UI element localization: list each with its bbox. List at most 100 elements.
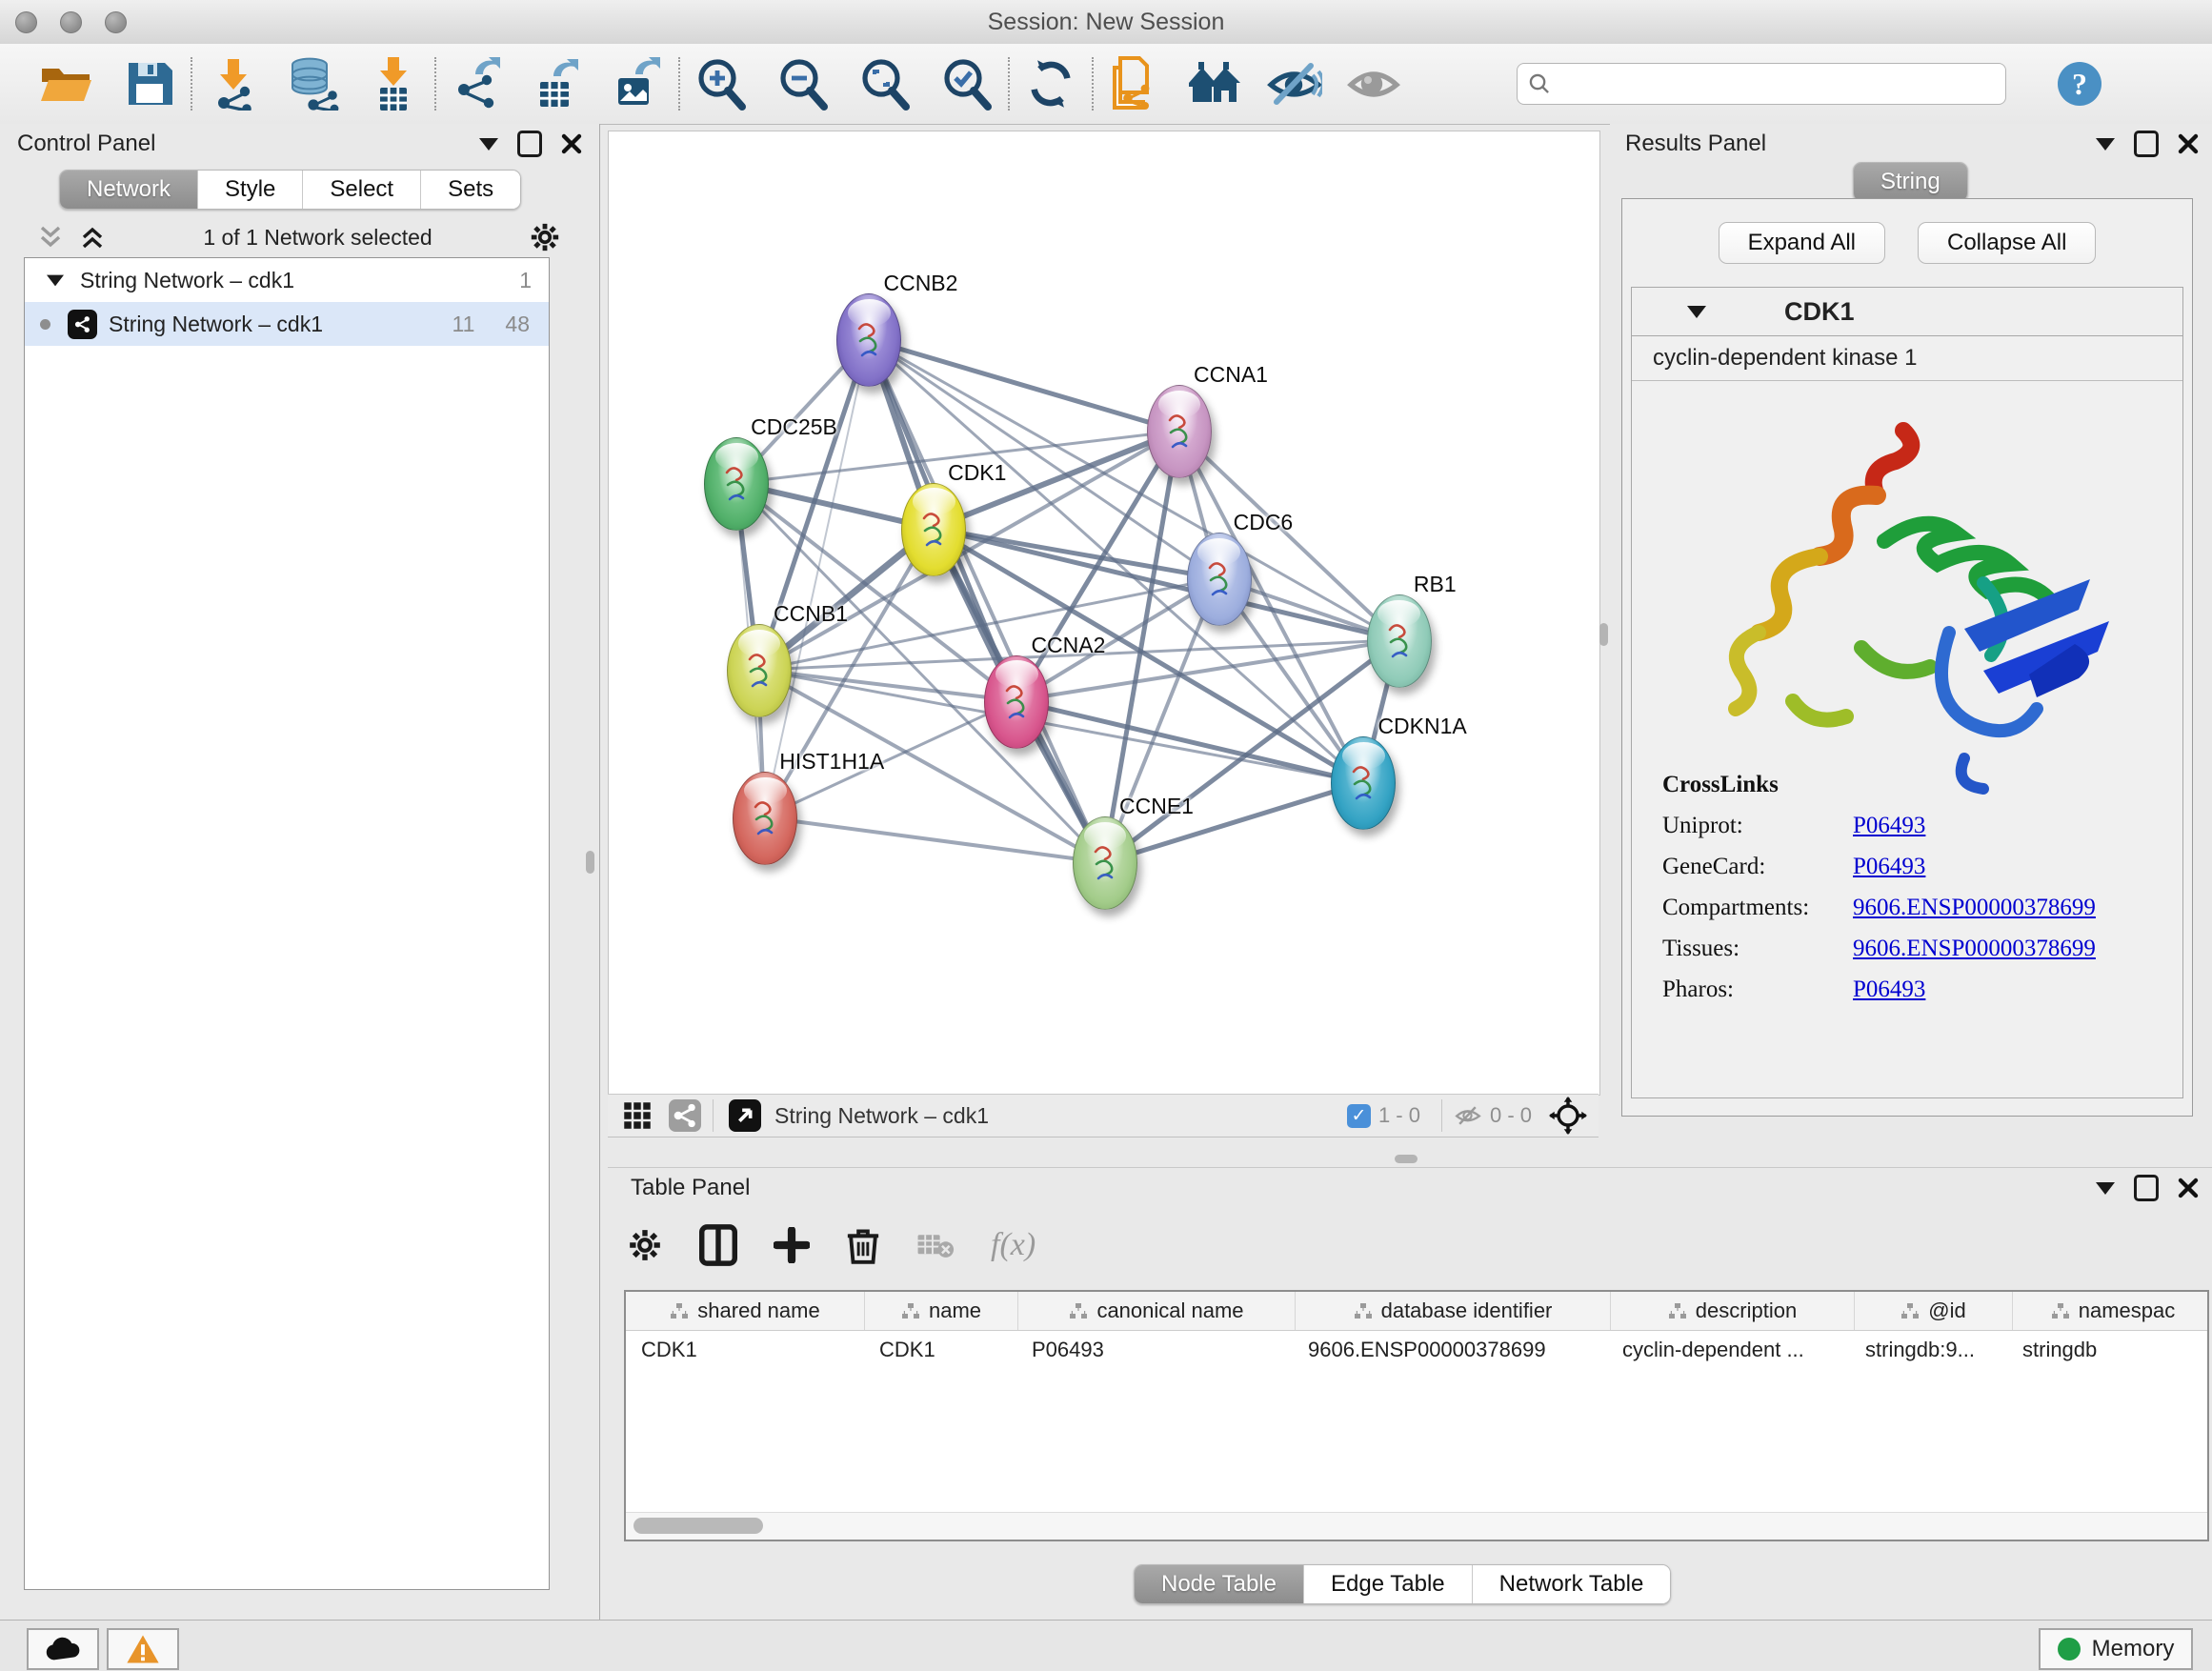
crosslink-link[interactable]: P06493: [1853, 854, 1925, 880]
node-rb1[interactable]: [1367, 594, 1432, 688]
column-header-name[interactable]: name: [865, 1292, 1018, 1330]
protein-section-header[interactable]: CDK1: [1632, 288, 2182, 336]
tab-edge-table[interactable]: Edge Table: [1304, 1565, 1473, 1603]
expand-all-button[interactable]: Expand All: [1719, 222, 1885, 264]
column-header-description[interactable]: description: [1611, 1292, 1855, 1330]
control-panel-float-icon[interactable]: [517, 131, 542, 157]
network-canvas[interactable]: CCNB2CCNA1CDC25BCDK1CDC6RB1CCNB1CCNA2CDK…: [608, 131, 1600, 1096]
node-ccna1[interactable]: [1147, 385, 1212, 478]
collapse-all-button[interactable]: Collapse All: [1918, 222, 2096, 264]
import-table-icon[interactable]: [366, 56, 421, 111]
protein-collapse-icon[interactable]: [1687, 306, 1706, 318]
crosslink-link[interactable]: 9606.ENSP00000378699: [1853, 936, 2096, 962]
node-hist1h1a[interactable]: [733, 772, 797, 865]
zoom-in-icon[interactable]: [694, 56, 749, 111]
cloud-button[interactable]: [27, 1628, 99, 1670]
network-collection-row[interactable]: String Network – cdk1 1: [25, 258, 549, 302]
column-header-label: canonical name: [1096, 1299, 1243, 1323]
network-options-gear-icon[interactable]: [529, 221, 561, 253]
tab-select[interactable]: Select: [303, 171, 421, 209]
tab-sets[interactable]: Sets: [421, 171, 520, 209]
table-options-gear-icon[interactable]: [627, 1227, 663, 1263]
help-icon[interactable]: ?: [2052, 56, 2107, 111]
node-ccne1[interactable]: [1073, 816, 1137, 910]
results-panel-float-icon[interactable]: [2134, 131, 2159, 157]
results-panel-close-icon[interactable]: [2178, 133, 2199, 154]
save-session-icon[interactable]: [122, 56, 177, 111]
results-tab-string[interactable]: String: [1854, 163, 1967, 201]
control-panel-close-icon[interactable]: [561, 133, 582, 154]
tab-network[interactable]: Network: [60, 171, 198, 209]
export-image-icon[interactable]: [610, 56, 665, 111]
crosslinks-section: CrossLinks Uniprot:P06493GeneCard:P06493…: [1662, 772, 2158, 1003]
column-header-database-identifier[interactable]: database identifier: [1296, 1292, 1611, 1330]
edge-ccnb1-ccna2[interactable]: [758, 670, 1016, 700]
network-row[interactable]: String Network – cdk1 11 48: [25, 302, 549, 346]
column-header-canonical-name[interactable]: canonical name: [1018, 1292, 1296, 1330]
crosslink-link[interactable]: 9606.ENSP00000378699: [1853, 895, 2096, 921]
tab-style[interactable]: Style: [198, 171, 303, 209]
table-panel-float-icon[interactable]: [2134, 1175, 2159, 1201]
create-column-icon[interactable]: [774, 1227, 810, 1263]
clone-network-icon[interactable]: [1107, 56, 1162, 111]
show-all-icon[interactable]: [1347, 56, 1402, 111]
left-splitter-handle[interactable]: [586, 851, 594, 874]
edge-hist1h1a-ccne1[interactable]: [764, 817, 1104, 863]
crosslink-link[interactable]: P06493: [1853, 976, 1925, 1003]
show-columns-icon[interactable]: [699, 1224, 737, 1266]
crosslink-row: Uniprot:P06493: [1662, 813, 2158, 839]
search-icon: [1527, 71, 1552, 96]
node-cdc25b[interactable]: [704, 437, 769, 531]
tab-network-table[interactable]: Network Table: [1473, 1565, 1671, 1603]
control-panel-menu-icon[interactable]: [479, 138, 498, 151]
import-network-database-icon[interactable]: [286, 56, 341, 111]
memory-button[interactable]: Memory: [2039, 1628, 2193, 1670]
node-ccna2[interactable]: [984, 655, 1049, 749]
node-cdc6[interactable]: [1187, 533, 1252, 626]
pan-crosshair-icon[interactable]: [1549, 1097, 1587, 1135]
search-input[interactable]: [1552, 70, 1996, 97]
collection-name: String Network – cdk1: [80, 268, 294, 293]
show-grid-icon[interactable]: [623, 1101, 652, 1130]
edge-ccnb2-ccna1[interactable]: [868, 339, 1178, 431]
birds-eye-view-icon[interactable]: [729, 1099, 761, 1132]
edge-ccnb2-hist1h1a[interactable]: [764, 339, 868, 816]
table-panel-menu-icon[interactable]: [2096, 1182, 2115, 1195]
export-table-icon[interactable]: [530, 56, 585, 111]
open-session-icon[interactable]: [38, 56, 93, 111]
column-header-shared-name[interactable]: shared name: [626, 1292, 865, 1330]
refresh-icon[interactable]: [1023, 56, 1078, 111]
tab-node-table[interactable]: Node Table: [1135, 1565, 1304, 1603]
first-neighbors-icon[interactable]: [1187, 56, 1242, 111]
collapse-all-networks-icon[interactable]: [36, 224, 65, 251]
zoom-out-icon[interactable]: [775, 56, 831, 111]
warning-button[interactable]: [107, 1628, 179, 1670]
search-field[interactable]: [1517, 63, 2006, 105]
table-cell: 9606.ENSP00000378699: [1293, 1331, 1607, 1369]
selected-checkbox-icon[interactable]: ✓: [1347, 1104, 1371, 1128]
zoom-fit-icon[interactable]: [857, 56, 913, 111]
hide-selected-icon[interactable]: [1267, 56, 1322, 111]
network-share-icon[interactable]: [669, 1099, 701, 1132]
right-splitter-handle[interactable]: [1599, 623, 1608, 646]
zoom-selected-icon[interactable]: [939, 56, 995, 111]
import-network-file-icon[interactable]: [206, 56, 261, 111]
node-ccnb1[interactable]: [727, 624, 792, 717]
collection-collapse-icon[interactable]: [47, 274, 64, 286]
export-network-icon[interactable]: [450, 56, 505, 111]
node-cdk1[interactable]: [901, 483, 966, 576]
column-header-namespac[interactable]: namespac: [2013, 1292, 2212, 1330]
results-panel-menu-icon[interactable]: [2096, 138, 2115, 151]
table-row[interactable]: CDK1CDK1P064939606.ENSP00000378699cyclin…: [626, 1331, 2207, 1369]
expand-all-networks-icon[interactable]: [78, 224, 107, 251]
edge-ccna2-cdkn1a[interactable]: [1016, 701, 1362, 783]
bottom-splitter-handle[interactable]: [1395, 1155, 1418, 1163]
column-header-@id[interactable]: @id: [1855, 1292, 2013, 1330]
edge-cdk1-rb1[interactable]: [933, 529, 1398, 640]
crosslink-link[interactable]: P06493: [1853, 813, 1925, 839]
scrollbar-thumb[interactable]: [633, 1518, 763, 1534]
table-horizontal-scrollbar[interactable]: [626, 1512, 2207, 1540]
edge-ccnb2-ccne1[interactable]: [868, 339, 1104, 862]
delete-column-icon[interactable]: [846, 1225, 880, 1265]
table-panel-close-icon[interactable]: [2178, 1178, 2199, 1198]
